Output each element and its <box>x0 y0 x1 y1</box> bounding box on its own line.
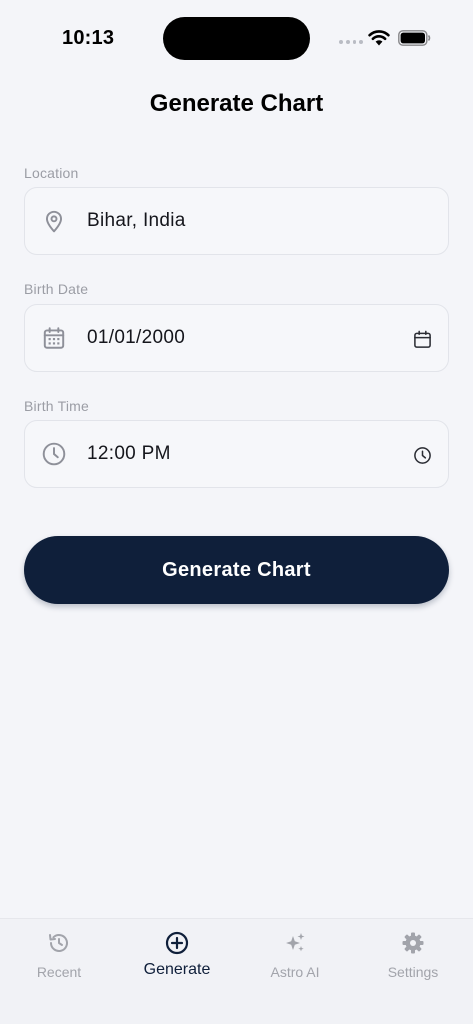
birth-time-value: 12:00 PM <box>87 443 171 464</box>
screen: 10:13 Generate Chart Location Bihar, Ind… <box>0 0 473 1024</box>
tab-settings[interactable]: Settings <box>354 919 472 999</box>
map-pin-icon <box>45 210 63 233</box>
tab-bar: Recent Generate Astro AI Settings <box>0 918 473 1024</box>
birth-date-field[interactable]: 01/01/2000 <box>24 304 449 372</box>
tab-generate-label: Generate <box>143 961 211 978</box>
tab-settings-label: Settings <box>387 964 439 980</box>
status-time: 10:13 <box>62 27 115 49</box>
sparkles-icon <box>286 933 305 952</box>
clock-icon <box>42 442 66 466</box>
location-value: Bihar, India <box>87 210 186 231</box>
generate-chart-button[interactable]: Generate Chart <box>24 536 449 604</box>
calendar-icon <box>43 327 65 349</box>
gear-icon <box>402 932 424 954</box>
calendar-picker-icon[interactable] <box>413 330 432 349</box>
tab-astro-ai-label: Astro AI <box>270 964 320 980</box>
birth-date-label: Birth Date <box>24 281 89 297</box>
tab-recent-label: Recent <box>36 964 82 980</box>
birth-time-field[interactable]: 12:00 PM <box>24 420 449 488</box>
location-label: Location <box>24 165 79 181</box>
tab-recent[interactable]: Recent <box>0 919 118 999</box>
generate-chart-button-label: Generate Chart <box>162 558 311 581</box>
cellular-signal-icon <box>339 40 363 45</box>
birth-time-label: Birth Time <box>24 398 90 414</box>
time-picker-icon[interactable] <box>413 446 432 465</box>
tab-generate[interactable]: Generate <box>118 919 236 999</box>
plus-circle-icon <box>165 931 189 955</box>
page-title: Generate Chart <box>149 90 324 117</box>
location-field[interactable]: Bihar, India <box>24 187 449 255</box>
tab-astro-ai[interactable]: Astro AI <box>236 919 354 999</box>
history-icon <box>49 934 68 952</box>
dynamic-island <box>163 17 310 60</box>
battery-icon <box>398 30 431 46</box>
status-bar: 10:13 <box>0 0 473 78</box>
birth-date-value: 01/01/2000 <box>87 327 186 348</box>
wifi-icon <box>368 30 390 46</box>
